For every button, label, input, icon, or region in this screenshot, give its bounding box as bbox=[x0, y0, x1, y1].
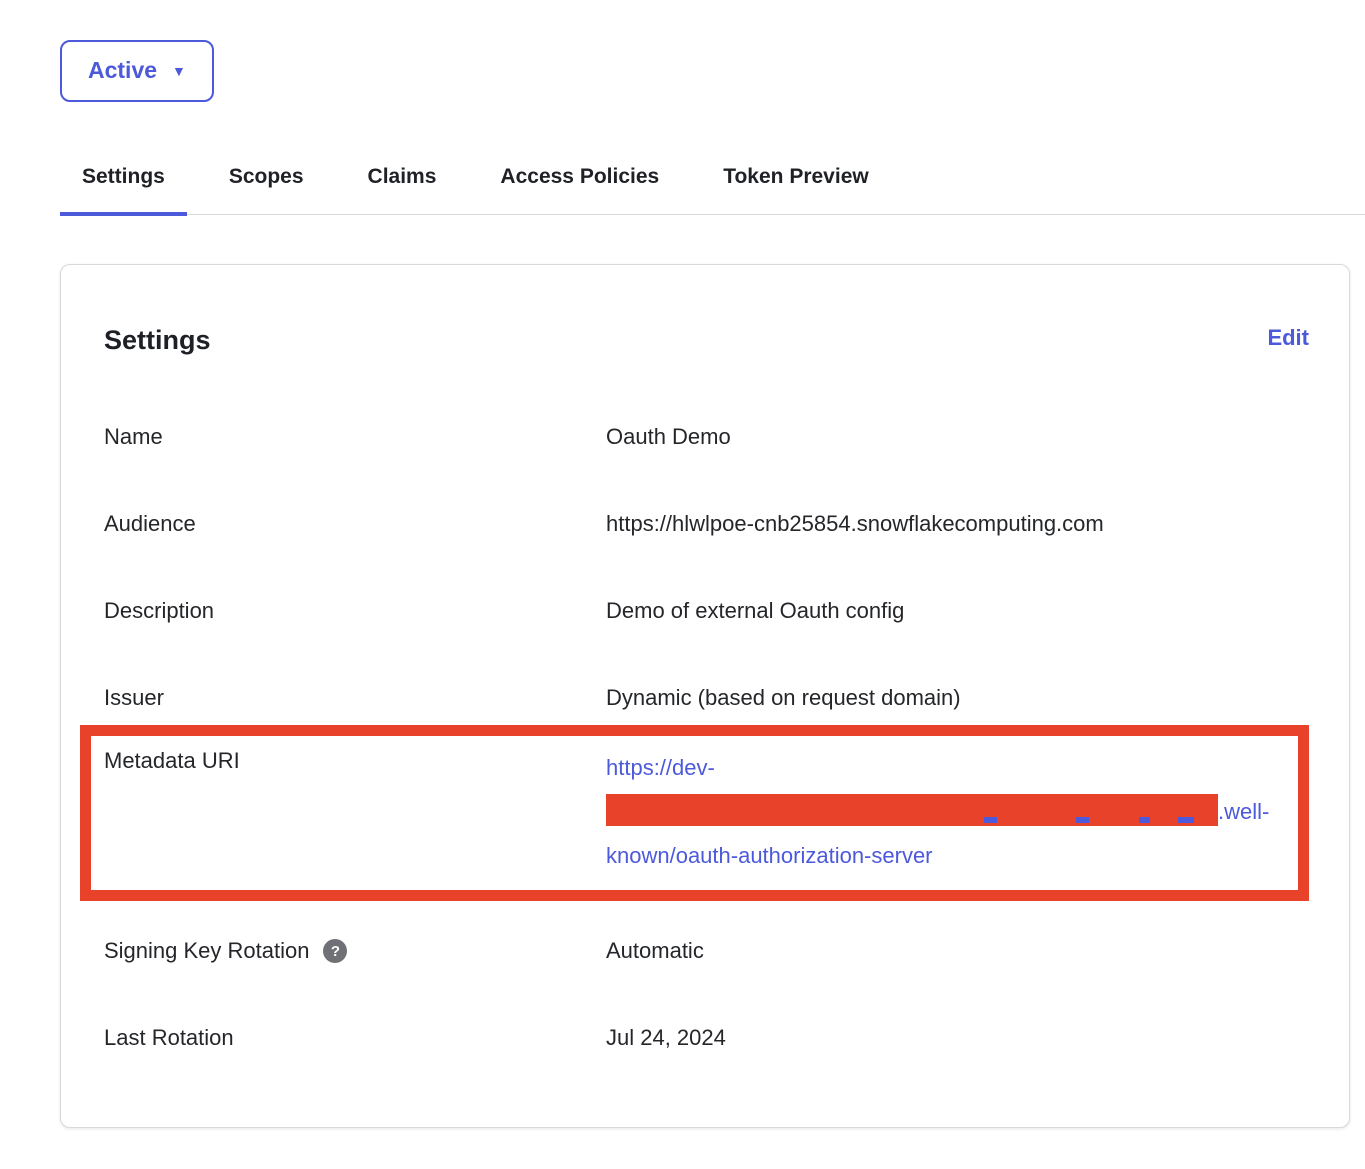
metadata-uri-line2-suffix: .well- bbox=[1218, 799, 1269, 824]
tab-settings[interactable]: Settings bbox=[60, 163, 187, 214]
signing-key-rotation-text: Signing Key Rotation bbox=[104, 936, 309, 966]
row-name-label: Name bbox=[104, 422, 606, 452]
redaction-wrap bbox=[606, 790, 1218, 834]
card-title: Settings bbox=[104, 322, 211, 358]
row-last-rotation-label: Last Rotation bbox=[104, 1023, 606, 1053]
row-issuer-label: Issuer bbox=[104, 683, 606, 713]
row-metadata-uri: Metadata URI https://dev- .well- known/o… bbox=[104, 746, 1286, 878]
redacted-text-descender bbox=[984, 817, 997, 823]
tab-token-preview[interactable]: Token Preview bbox=[701, 163, 891, 214]
card-header: Settings Edit bbox=[104, 322, 1309, 358]
row-audience-value: https://hlwlpoe-cnb25854.snowflakecomput… bbox=[606, 509, 1309, 539]
edit-button[interactable]: Edit bbox=[1267, 322, 1309, 354]
metadata-uri-line1: https://dev- bbox=[606, 755, 715, 780]
redacted-text-descender bbox=[1139, 817, 1150, 823]
row-description-value: Demo of external Oauth config bbox=[606, 596, 1309, 626]
status-label: Active bbox=[88, 57, 157, 84]
row-last-rotation: Last Rotation Jul 24, 2024 bbox=[104, 1023, 1309, 1053]
row-description: Description Demo of external Oauth confi… bbox=[104, 596, 1309, 626]
metadata-uri-link[interactable]: https://dev- .well- known/oauth-authoriz… bbox=[606, 746, 1286, 878]
row-issuer: Issuer Dynamic (based on request domain) bbox=[104, 683, 1309, 713]
page: Active ▼ Settings Scopes Claims Access P… bbox=[0, 0, 1365, 1128]
row-last-rotation-value: Jul 24, 2024 bbox=[606, 1023, 1309, 1053]
row-description-label: Description bbox=[104, 596, 606, 626]
chevron-down-icon: ▼ bbox=[172, 64, 186, 78]
redaction-bar bbox=[606, 794, 1218, 826]
row-signing-key-rotation-value: Automatic bbox=[606, 936, 1309, 966]
redacted-text-descender bbox=[1076, 817, 1089, 823]
row-name: Name Oauth Demo bbox=[104, 422, 1309, 452]
row-audience-label: Audience bbox=[104, 509, 606, 539]
redacted-text-descender bbox=[1178, 817, 1194, 823]
redaction-highlight-box: Metadata URI https://dev- .well- known/o… bbox=[80, 725, 1309, 901]
tab-scopes[interactable]: Scopes bbox=[207, 163, 326, 214]
settings-card: Settings Edit Name Oauth Demo Audience h… bbox=[60, 264, 1350, 1128]
status-dropdown-button[interactable]: Active ▼ bbox=[60, 40, 214, 102]
row-name-value: Oauth Demo bbox=[606, 422, 1309, 452]
tab-access-policies[interactable]: Access Policies bbox=[478, 163, 681, 214]
row-signing-key-rotation: Signing Key Rotation ? Automatic bbox=[104, 936, 1309, 966]
tab-bar: Settings Scopes Claims Access Policies T… bbox=[60, 163, 1365, 215]
row-audience: Audience https://hlwlpoe-cnb25854.snowfl… bbox=[104, 509, 1309, 539]
metadata-uri-line3: known/oauth-authorization-server bbox=[606, 843, 933, 868]
tab-claims[interactable]: Claims bbox=[346, 163, 459, 214]
row-issuer-value: Dynamic (based on request domain) bbox=[606, 683, 1309, 713]
row-signing-key-rotation-label: Signing Key Rotation ? bbox=[104, 936, 606, 966]
row-metadata-uri-label: Metadata URI bbox=[104, 746, 606, 776]
help-icon[interactable]: ? bbox=[323, 939, 347, 963]
